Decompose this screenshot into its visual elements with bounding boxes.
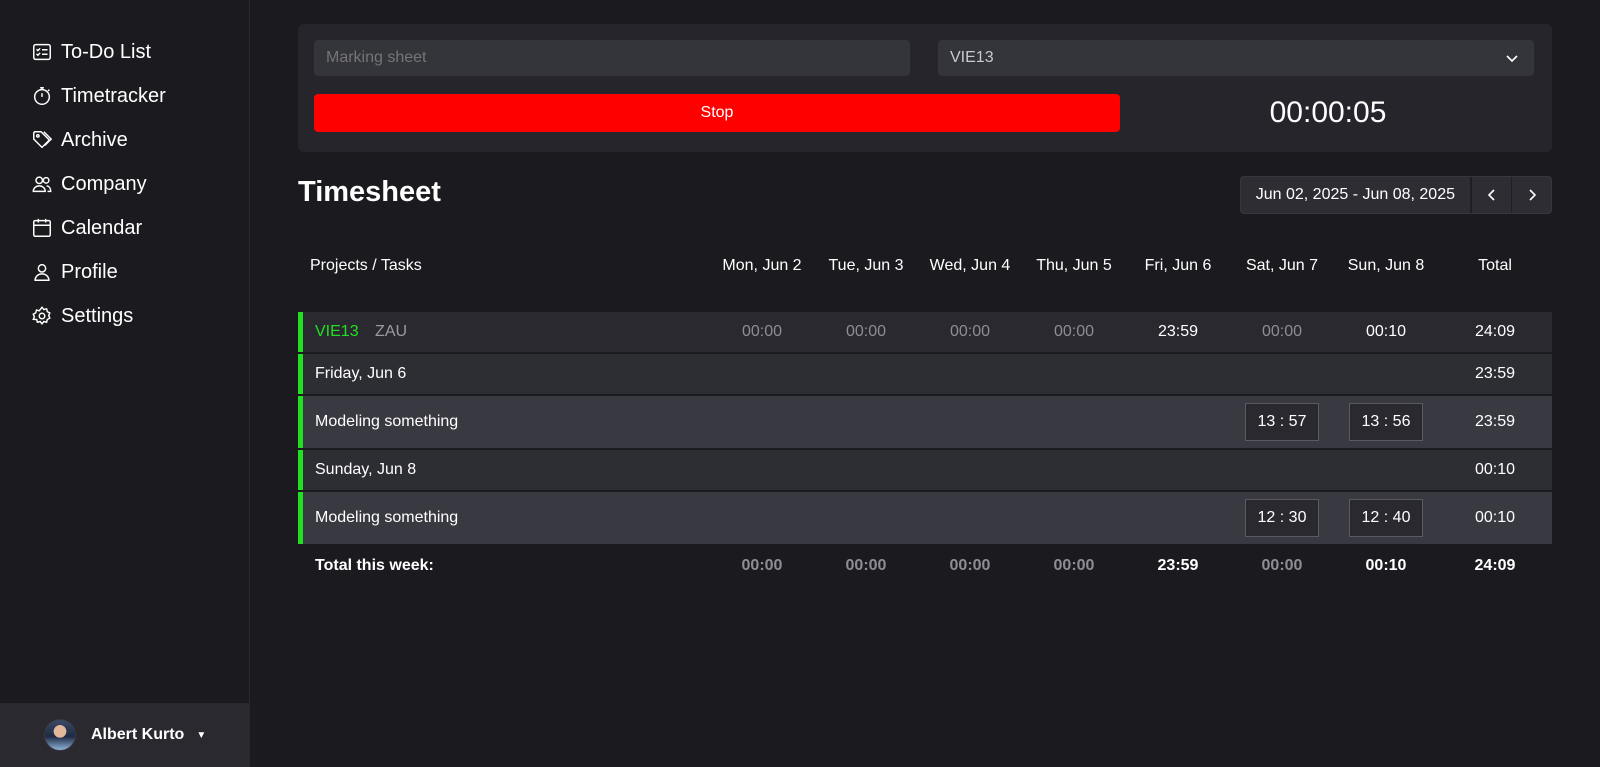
sidebar-item-label: Calendar — [61, 216, 143, 239]
end-time-cell: 12 : 40 — [1334, 492, 1438, 544]
tag-icon — [31, 129, 53, 151]
checklist-icon — [31, 41, 53, 63]
table-header-row: Projects / Tasks Mon, Jun 2 Tue, Jun 3 W… — [298, 244, 1552, 310]
week-total-day: 00:00 — [949, 557, 991, 574]
start-time-input[interactable]: 12 : 30 — [1245, 499, 1319, 537]
sidebar-item-label: Profile — [61, 260, 118, 283]
sidebar-item-label: Archive — [61, 128, 128, 151]
prev-week-button[interactable] — [1471, 177, 1511, 213]
row-total-cell: 24:09 — [1438, 312, 1552, 352]
week-total-day: 00:00 — [1053, 557, 1095, 574]
week-total-grand: 24:09 — [1474, 557, 1516, 574]
timer-card: VIE13 Stop 00:00:05 — [298, 24, 1552, 152]
task-name: Modeling something — [298, 396, 1230, 448]
day-cell: 00:00 — [918, 312, 1022, 352]
gear-icon — [31, 305, 53, 327]
sidebar-item-label: Settings — [61, 304, 134, 327]
day-cell: 23:59 — [1126, 312, 1230, 352]
client-code: ZAU — [375, 323, 408, 340]
user-name: Albert Kurto — [91, 726, 185, 743]
column-header: Wed, Jun 4 — [929, 257, 1011, 274]
column-header: Mon, Jun 2 — [722, 257, 802, 274]
day-cell: 00:00 — [1022, 312, 1126, 352]
day-cell: 00:00 — [1230, 312, 1334, 352]
day-group-total: 23:59 — [1438, 354, 1552, 394]
column-header: Sun, Jun 8 — [1347, 257, 1425, 274]
chevron-right-icon — [1528, 189, 1536, 201]
sidebar-item-label: To-Do List — [61, 40, 152, 63]
sidebar-item-timetracker[interactable]: Timetracker — [0, 74, 249, 118]
sidebar-item-company[interactable]: Company — [0, 162, 249, 206]
column-header: Projects / Tasks — [310, 257, 422, 274]
calendar-icon — [31, 217, 53, 239]
column-header: Thu, Jun 5 — [1036, 257, 1112, 274]
column-header: Tue, Jun 3 — [828, 257, 904, 274]
column-header: Sat, Jun 7 — [1245, 257, 1319, 274]
project-select[interactable]: VIE13 — [938, 40, 1534, 76]
task-description-input[interactable] — [314, 40, 910, 76]
user-icon — [31, 261, 53, 283]
chevron-left-icon — [1487, 189, 1495, 201]
timesheet-header: Timesheet Jun 02, 2025 - Jun 08, 2025 — [298, 152, 1552, 242]
date-range-label[interactable]: Jun 02, 2025 - Jun 08, 2025 — [1241, 177, 1471, 213]
chevron-down-icon — [1506, 55, 1518, 63]
timesheet-table: Projects / Tasks Mon, Jun 2 Tue, Jun 3 W… — [298, 242, 1552, 588]
elapsed-timer: 00:00:05 — [1269, 96, 1387, 129]
day-group-label: Friday, Jun 6 — [298, 354, 1438, 394]
main-content: VIE13 Stop 00:00:05 Timesheet Jun 02, 20… — [298, 24, 1552, 588]
user-menu[interactable]: Albert Kurto ▼ — [0, 703, 250, 767]
week-total-day: 00:00 — [741, 557, 783, 574]
sidebar-item-label: Company — [61, 172, 147, 195]
sidebar-item-archive[interactable]: Archive — [0, 118, 249, 162]
start-time-cell: 13 : 57 — [1230, 396, 1334, 448]
page-title: Timesheet — [298, 176, 441, 208]
week-total-day: 00:10 — [1365, 557, 1407, 574]
week-total-day: 00:00 — [845, 557, 887, 574]
task-total: 00:10 — [1438, 492, 1552, 544]
avatar — [44, 719, 76, 751]
sidebar-nav: To-Do List Timetracker Archive Company C… — [0, 0, 249, 338]
task-row: Modeling something 13 : 57 13 : 56 23:59 — [298, 396, 1552, 448]
day-cell: 00:10 — [1334, 312, 1438, 352]
day-cell: 00:00 — [814, 312, 918, 352]
caret-down-icon: ▼ — [196, 729, 207, 741]
start-time-cell: 12 : 30 — [1230, 492, 1334, 544]
sidebar-item-calendar[interactable]: Calendar — [0, 206, 249, 250]
project-row[interactable]: VIE13 ZAU 00:00 00:00 00:00 00:00 23:59 … — [298, 312, 1552, 352]
end-time-cell: 13 : 56 — [1334, 396, 1438, 448]
column-header: Fri, Jun 6 — [1144, 257, 1212, 274]
start-time-input[interactable]: 13 : 57 — [1245, 403, 1319, 441]
day-cell: 00:00 — [710, 312, 814, 352]
day-group-row: Friday, Jun 6 23:59 — [298, 354, 1552, 394]
sidebar-item-todo-list[interactable]: To-Do List — [0, 30, 249, 74]
sidebar-item-profile[interactable]: Profile — [0, 250, 249, 294]
next-week-button[interactable] — [1511, 177, 1551, 213]
end-time-input[interactable]: 12 : 40 — [1349, 499, 1423, 537]
task-total: 23:59 — [1438, 396, 1552, 448]
day-group-label: Sunday, Jun 8 — [298, 450, 1438, 490]
sidebar-item-settings[interactable]: Settings — [0, 294, 249, 338]
task-row: Modeling something 12 : 30 12 : 40 00:10 — [298, 492, 1552, 544]
date-range-picker: Jun 02, 2025 - Jun 08, 2025 — [1239, 176, 1552, 214]
week-total-day: 00:00 — [1261, 557, 1303, 574]
stop-button[interactable]: Stop — [314, 94, 1120, 132]
day-group-row: Sunday, Jun 8 00:10 — [298, 450, 1552, 490]
week-total-day: 23:59 — [1157, 557, 1199, 574]
sidebar-item-label: Timetracker — [61, 84, 166, 107]
users-icon — [31, 173, 53, 195]
task-name: Modeling something — [298, 492, 1230, 544]
project-name-cell: VIE13 ZAU — [298, 312, 710, 352]
project-select-value: VIE13 — [950, 49, 994, 66]
week-total-label: Total this week: — [315, 557, 434, 574]
week-total-row: Total this week: 00:00 00:00 00:00 00:00… — [298, 546, 1552, 586]
stopwatch-icon — [31, 85, 53, 107]
column-header: Total — [1478, 257, 1512, 274]
end-time-input[interactable]: 13 : 56 — [1349, 403, 1423, 441]
day-group-total: 00:10 — [1438, 450, 1552, 490]
project-code: VIE13 — [315, 323, 359, 340]
sidebar: To-Do List Timetracker Archive Company C… — [0, 0, 250, 767]
